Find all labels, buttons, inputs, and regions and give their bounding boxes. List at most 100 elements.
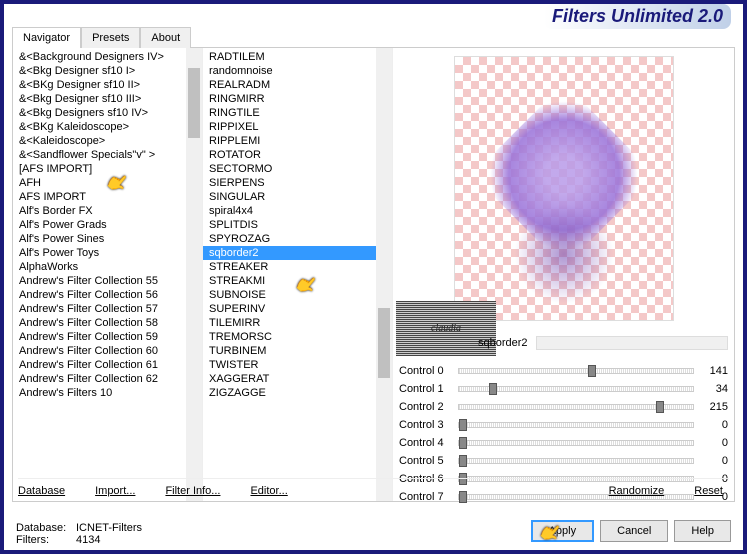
control-thumb[interactable]	[459, 419, 467, 431]
randomize-link[interactable]: Randomize	[609, 485, 665, 502]
list-item[interactable]: &<BKg Kaleidoscope>	[13, 120, 186, 134]
list-item[interactable]: &<Sandflower Specials"v" >	[13, 148, 186, 162]
list-item[interactable]: randomnoise	[203, 64, 376, 78]
control-value: 34	[698, 383, 728, 395]
list-item[interactable]: RIPPLEMI	[203, 134, 376, 148]
list-item[interactable]: SINGULAR	[203, 190, 376, 204]
scroll-thumb[interactable]	[188, 68, 200, 138]
list-item[interactable]: Andrew's Filter Collection 58	[13, 316, 186, 330]
list-item[interactable]: Andrew's Filter Collection 60	[13, 344, 186, 358]
dialog-buttons: Apply Cancel Help	[531, 520, 731, 542]
list-item[interactable]: Alf's Power Grads	[13, 218, 186, 232]
list-item[interactable]: Andrew's Filter Collection 62	[13, 372, 186, 386]
tab-content: &<Background Designers IV>&<Bkg Designer…	[12, 47, 735, 502]
list-item[interactable]: RIPPIXEL	[203, 120, 376, 134]
list-item[interactable]: &<Kaleidoscope>	[13, 134, 186, 148]
list-item[interactable]: &<Bkg Designer sf10 I>	[13, 64, 186, 78]
category-scrollbar[interactable]	[186, 48, 202, 501]
tab-navigator[interactable]: Navigator	[12, 27, 81, 48]
list-item[interactable]: Alf's Border FX	[13, 204, 186, 218]
list-item[interactable]: SPYROZAG	[203, 232, 376, 246]
help-button[interactable]: Help	[674, 520, 731, 542]
list-item[interactable]: RINGMIRR	[203, 92, 376, 106]
list-item[interactable]: TWISTER	[203, 358, 376, 372]
list-item[interactable]: STREAKER	[203, 260, 376, 274]
list-item[interactable]: RADTILEM	[203, 50, 376, 64]
list-item[interactable]: Andrew's Filters 10	[13, 386, 186, 400]
selected-filter-name: sqborder2	[478, 337, 528, 349]
list-item[interactable]: &<Background Designers IV>	[13, 50, 186, 64]
control-label: Control 5	[399, 455, 454, 467]
list-item[interactable]: Andrew's Filter Collection 55	[13, 274, 186, 288]
list-item[interactable]: Alf's Power Sines	[13, 232, 186, 246]
list-item[interactable]: XAGGERAT	[203, 372, 376, 386]
list-item[interactable]: [AFS IMPORT]	[13, 162, 186, 176]
cancel-button[interactable]: Cancel	[600, 520, 668, 542]
control-label: Control 1	[399, 383, 454, 395]
control-slider[interactable]	[458, 458, 694, 464]
list-item[interactable]: TURBINEM	[203, 344, 376, 358]
list-item[interactable]: spiral4x4	[203, 204, 376, 218]
control-row: Control 2215	[399, 398, 728, 416]
editor-link[interactable]: Editor...	[250, 485, 287, 502]
control-label: Control 2	[399, 401, 454, 413]
apply-button[interactable]: Apply	[531, 520, 595, 542]
control-slider[interactable]	[458, 368, 694, 374]
preview-image	[454, 56, 674, 321]
control-slider[interactable]	[458, 422, 694, 428]
list-item[interactable]: &<Bkg Designers sf10 IV>	[13, 106, 186, 120]
list-item[interactable]: &<Bkg Designer sf10 III>	[13, 92, 186, 106]
tab-about[interactable]: About	[140, 27, 191, 48]
list-item[interactable]: SPLITDIS	[203, 218, 376, 232]
control-slider[interactable]	[458, 440, 694, 446]
control-slider[interactable]	[458, 386, 694, 392]
list-item[interactable]: Andrew's Filter Collection 59	[13, 330, 186, 344]
app-title: Filters Unlimited 2.0	[544, 4, 731, 29]
reset-link[interactable]: Reset	[694, 485, 723, 502]
progress-bar	[536, 336, 728, 350]
list-item[interactable]: Andrew's Filter Collection 57	[13, 302, 186, 316]
list-item[interactable]: Andrew's Filter Collection 56	[13, 288, 186, 302]
filter-scrollbar[interactable]	[376, 48, 392, 501]
list-item[interactable]: REALRADM	[203, 78, 376, 92]
filter-info-link[interactable]: Filter Info...	[165, 485, 220, 502]
list-item[interactable]: Andrew's Filter Collection 61	[13, 358, 186, 372]
control-slider[interactable]	[458, 404, 694, 410]
list-item[interactable]: &<BKg Designer sf10 II>	[13, 78, 186, 92]
control-label: Control 3	[399, 419, 454, 431]
filter-list-col: RADTILEMrandomnoiseREALRADMRINGMIRRRINGT…	[203, 48, 393, 501]
control-thumb[interactable]	[459, 455, 467, 467]
database-link[interactable]: Database	[18, 485, 65, 502]
list-item[interactable]: sqborder2	[203, 246, 376, 260]
list-item[interactable]: SECTORMO	[203, 162, 376, 176]
list-item[interactable]: AlphaWorks	[13, 260, 186, 274]
list-item[interactable]: Alf's Power Toys	[13, 246, 186, 260]
control-value: 0	[698, 437, 728, 449]
tab-presets[interactable]: Presets	[81, 27, 140, 48]
list-item[interactable]: SIERPENS	[203, 176, 376, 190]
control-thumb[interactable]	[656, 401, 664, 413]
list-item[interactable]: RINGTILE	[203, 106, 376, 120]
status-bar: Database:ICNET-Filters Filters:4134	[16, 522, 142, 546]
list-item[interactable]: ROTATOR	[203, 148, 376, 162]
status-db-label: Database:	[16, 522, 76, 534]
status-db-value: ICNET-Filters	[76, 522, 142, 534]
status-filters-value: 4134	[76, 534, 100, 546]
category-list[interactable]: &<Background Designers IV>&<Bkg Designer…	[13, 48, 186, 501]
list-item[interactable]: AFS IMPORT	[13, 190, 186, 204]
list-item[interactable]: ZIGZAGGE	[203, 386, 376, 400]
scroll-thumb[interactable]	[378, 308, 390, 378]
control-thumb[interactable]	[459, 437, 467, 449]
control-thumb[interactable]	[588, 365, 596, 377]
list-item[interactable]: SUPERINV	[203, 302, 376, 316]
import-link[interactable]: Import...	[95, 485, 135, 502]
list-item[interactable]: TREMORSC	[203, 330, 376, 344]
control-row: Control 30	[399, 416, 728, 434]
list-item[interactable]: AFH	[13, 176, 186, 190]
list-item[interactable]: SUBNOISE	[203, 288, 376, 302]
filter-list[interactable]: RADTILEMrandomnoiseREALRADMRINGMIRRRINGT…	[203, 48, 376, 501]
control-label: Control 4	[399, 437, 454, 449]
control-thumb[interactable]	[489, 383, 497, 395]
list-item[interactable]: STREAKMI	[203, 274, 376, 288]
list-item[interactable]: TILEMIRR	[203, 316, 376, 330]
